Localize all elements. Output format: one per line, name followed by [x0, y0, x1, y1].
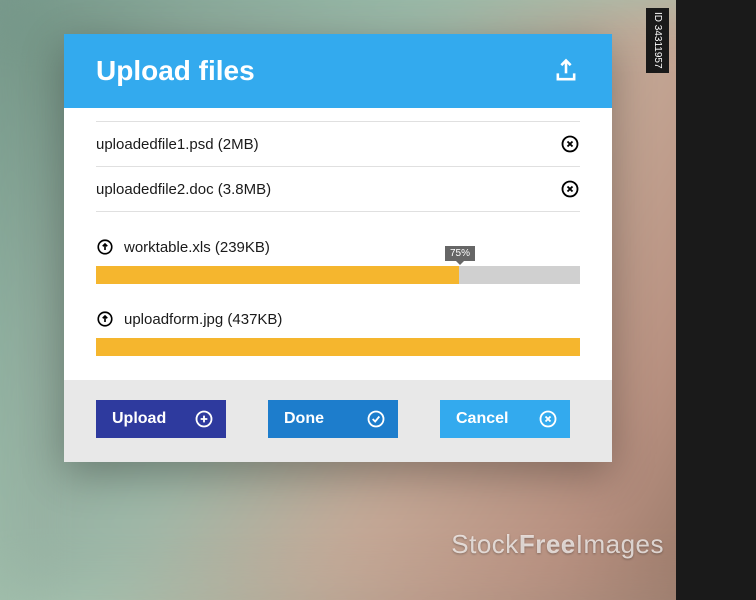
dialog-header: Upload files — [64, 34, 612, 108]
watermark-sidebar — [676, 0, 756, 600]
dialog-title: Upload files — [96, 55, 255, 87]
remove-file-button[interactable] — [560, 134, 580, 154]
cancel-button[interactable]: Cancel — [440, 400, 570, 438]
check-circle-icon — [366, 409, 386, 429]
progress-bar — [96, 338, 580, 356]
cancel-button-label: Cancel — [456, 410, 508, 428]
remove-file-button[interactable] — [560, 179, 580, 199]
upload-arrow-icon — [96, 238, 114, 256]
upload-arrow-icon — [96, 310, 114, 328]
progress-bar: 75% — [96, 266, 580, 284]
file-label: worktable.xls (239KB) — [124, 239, 270, 256]
upload-dialog: Upload files uploadedfile1.psd (2MB) upl… — [64, 34, 612, 462]
done-button[interactable]: Done — [268, 400, 398, 438]
progress-tooltip: 75% — [445, 246, 475, 261]
done-button-label: Done — [284, 410, 324, 428]
file-label: uploadedfile1.psd (2MB) — [96, 136, 259, 153]
progress-fill — [96, 266, 459, 284]
plus-circle-icon — [194, 409, 214, 429]
completed-file-row: uploadedfile2.doc (3.8MB) — [96, 166, 580, 212]
dialog-body: uploadedfile1.psd (2MB) uploadedfile2.do… — [64, 108, 612, 380]
uploading-file-block: worktable.xls (239KB) 75% — [96, 238, 580, 284]
watermark-id: ID 34311957 — [646, 8, 669, 73]
progress-fill — [96, 338, 580, 356]
close-circle-icon — [538, 409, 558, 429]
upload-button-label: Upload — [112, 410, 166, 428]
uploading-file-block: uploadform.jpg (437KB) — [96, 310, 580, 356]
upload-button[interactable]: Upload — [96, 400, 226, 438]
upload-icon — [552, 57, 580, 85]
file-label: uploadform.jpg (437KB) — [124, 311, 282, 328]
completed-file-row: uploadedfile1.psd (2MB) — [96, 121, 580, 167]
file-label: uploadedfile2.doc (3.8MB) — [96, 181, 271, 198]
dialog-footer: Upload Done Cancel — [64, 380, 612, 462]
watermark-brand: StockFreeImages — [451, 529, 664, 560]
